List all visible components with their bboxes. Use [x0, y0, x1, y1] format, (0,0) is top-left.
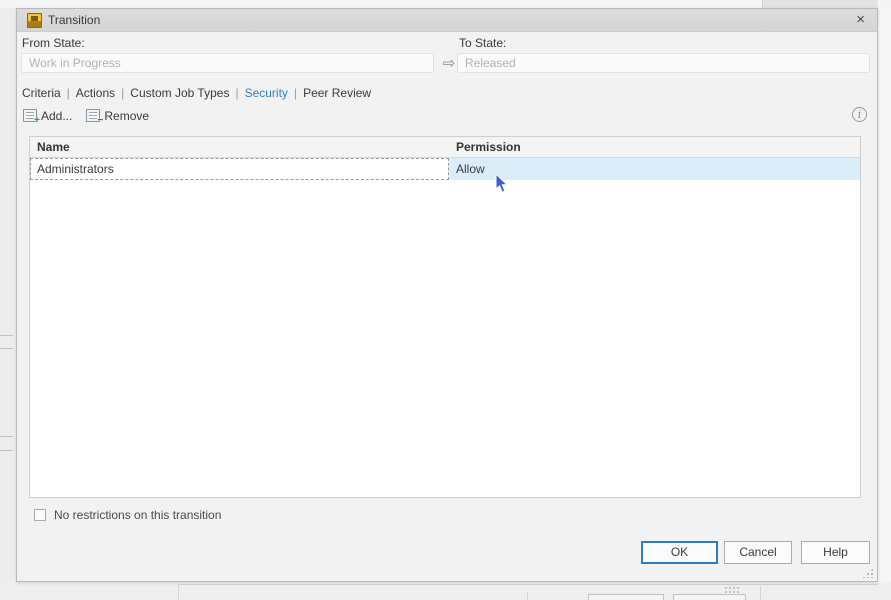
transition-app-icon — [27, 13, 42, 28]
background-button-outline — [588, 594, 664, 600]
remove-button-label: Remove — [104, 108, 150, 123]
table-row[interactable]: Administrators Allow — [30, 158, 860, 180]
background-window-edge — [527, 592, 528, 600]
transition-dialog: Transition × From State: Work in Progres… — [16, 8, 878, 582]
background-line — [0, 335, 13, 336]
tab-security[interactable]: Security — [245, 86, 288, 100]
info-icon[interactable]: i — [852, 107, 867, 122]
tab-peer-review[interactable]: Peer Review — [303, 86, 371, 100]
add-list-icon: + — [23, 109, 40, 126]
background-resize-grip — [724, 586, 740, 593]
background-bottom-area — [0, 582, 891, 600]
background-line — [0, 450, 13, 451]
background-line — [0, 436, 13, 437]
add-button-label: Add... — [41, 108, 73, 123]
no-restrictions-checkbox[interactable] — [34, 509, 46, 521]
help-button[interactable]: Help — [801, 541, 870, 564]
tab-separator: | — [121, 86, 125, 100]
security-grid: Name Permission Administrators Allow — [29, 136, 861, 498]
cell-name[interactable]: Administrators — [30, 158, 449, 180]
remove-button[interactable]: − Remove — [86, 108, 150, 126]
ok-button[interactable]: OK — [641, 541, 718, 564]
to-state-input[interactable]: Released — [457, 53, 870, 73]
screen: Transition × From State: Work in Progres… — [0, 0, 891, 600]
tab-custom-job-types[interactable]: Custom Job Types — [130, 86, 229, 100]
close-icon[interactable]: × — [856, 11, 865, 29]
mouse-cursor — [495, 174, 509, 193]
background-left-strip — [0, 8, 13, 600]
column-header-permission[interactable]: Permission — [456, 140, 521, 154]
tab-separator: | — [293, 86, 298, 100]
background-window-edge — [760, 586, 761, 600]
dialog-titlebar[interactable]: Transition × — [17, 9, 877, 32]
no-restrictions-label: No restrictions on this transition — [54, 508, 222, 522]
from-state-label: From State: — [22, 36, 85, 50]
remove-list-icon: − — [86, 109, 103, 126]
cancel-button[interactable]: Cancel — [724, 541, 792, 564]
background-top-strip — [0, 0, 891, 8]
column-header-name[interactable]: Name — [37, 140, 70, 154]
tab-bar: Criteria | Actions | Custom Job Types | Securi… — [22, 86, 371, 100]
dialog-title: Transition — [48, 13, 101, 27]
background-window-edge — [178, 584, 179, 600]
plus-icon: + — [34, 115, 40, 126]
from-state-input[interactable]: Work in Progress — [21, 53, 434, 73]
grid-header-row: Name Permission — [30, 137, 860, 158]
minus-icon: − — [97, 115, 104, 126]
no-restrictions-row: No restrictions on this transition — [34, 508, 221, 522]
background-line — [0, 348, 13, 349]
add-button[interactable]: + Add... — [23, 108, 73, 126]
background-right-strip — [878, 8, 891, 600]
transition-arrow-icon: ⇨ — [442, 55, 456, 72]
cell-permission[interactable]: Allow — [449, 158, 862, 180]
tab-criteria[interactable]: Criteria — [22, 86, 61, 100]
background-button-outline — [673, 594, 746, 600]
grid-toolbar: + Add... − Remove — [23, 107, 150, 126]
resize-grip[interactable] — [862, 568, 874, 578]
tab-actions[interactable]: Actions — [76, 86, 115, 100]
to-state-label: To State: — [459, 36, 507, 50]
background-window-edge-top — [762, 0, 878, 8]
background-window-edge — [178, 584, 878, 585]
tab-separator: | — [235, 86, 239, 100]
tab-separator: | — [66, 86, 70, 100]
